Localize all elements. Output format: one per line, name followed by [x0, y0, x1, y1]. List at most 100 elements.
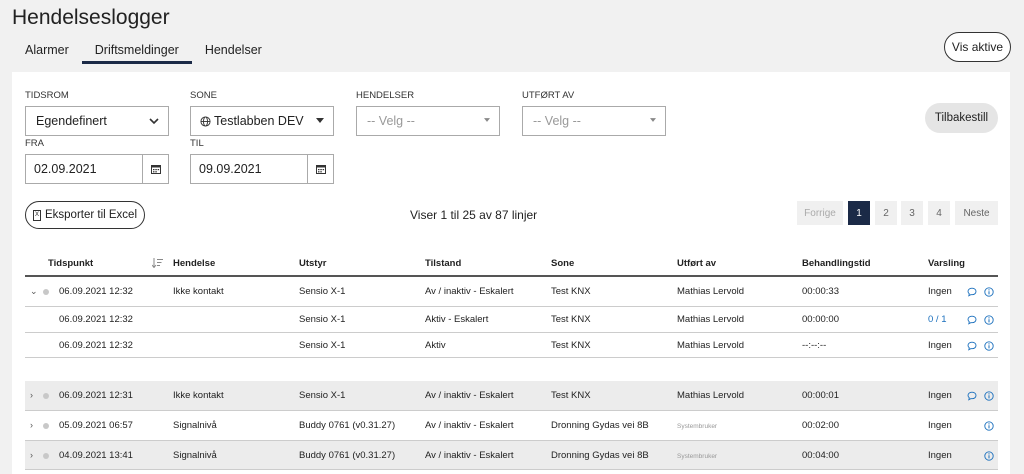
cell-sone: Test KNX [551, 390, 591, 401]
comment-icon[interactable] [967, 315, 977, 325]
sort-icon[interactable] [152, 258, 163, 268]
excel-file-icon: X [32, 209, 41, 221]
cell-utstyr: Buddy 0761 (v0.31.27) [299, 420, 396, 431]
cell-utfort-av: Systembruker [677, 423, 718, 430]
table-row[interactable]: 06.09.2021 12:32 Sensio X-1 Aktiv - Eskale… [25, 307, 998, 333]
table-row[interactable]: › 04.09.2021 13:41 Signalnivå Buddy 0761 (v… [25, 441, 998, 470]
status-dot [43, 393, 49, 399]
pagination-prev[interactable]: Forrige [797, 201, 843, 225]
til-value: 09.09.2021 [199, 162, 262, 176]
info-icon[interactable] [984, 287, 994, 297]
table-header: Tidspunkt Hendelse Utstyr Tilstand Sone … [25, 250, 998, 277]
caret-down-icon [650, 118, 656, 122]
tidsrom-select[interactable]: Egendefinert [25, 106, 169, 136]
table-row[interactable]: › 05.09.2021 06:57 Signalnivå Buddy 0761 (v… [25, 411, 998, 441]
filter-and-table-panel: TIDSROM Egendefinert SONE Testlabben DEV… [12, 72, 1010, 474]
vis-aktive-button[interactable]: Vis aktive [944, 32, 1011, 62]
caret-down-icon [316, 118, 324, 123]
cell-utstyr: Sensio X-1 [299, 340, 346, 351]
tab-driftsmeldinger[interactable]: Driftsmeldinger [81, 40, 192, 64]
col-utstyr: Utstyr [299, 258, 327, 269]
export-excel-button[interactable]: X Eksporter til Excel [25, 201, 145, 229]
tidsrom-label: TIDSROM [25, 90, 69, 101]
utfort-av-label: UTFØRT AV [522, 90, 575, 101]
cell-varsling[interactable]: 0 / 1 [928, 314, 947, 325]
cell-behandlingstid: 00:04:00 [802, 450, 839, 461]
cell-sone: Dronning Gydas vei 8B [551, 420, 649, 431]
cell-varsling: Ingen [928, 340, 952, 351]
info-icon[interactable] [984, 341, 994, 351]
cell-tilstand: Av / inaktiv - Eskalert [425, 286, 514, 297]
sone-select[interactable]: Testlabben DEV [190, 106, 334, 136]
cell-tidspunkt: 04.09.2021 13:41 [59, 450, 133, 461]
col-utfort-av: Utført av [677, 258, 717, 269]
hendelser-select[interactable]: -- Velg -- [356, 106, 500, 136]
cell-utfort-av: Mathias Lervold [677, 390, 745, 401]
col-hendelse: Hendelse [173, 258, 216, 269]
chevron-right-icon[interactable]: › [30, 420, 33, 430]
cell-varsling: Ingen [928, 450, 952, 461]
til-label: TIL [190, 138, 204, 149]
cell-behandlingstid: 00:02:00 [802, 420, 839, 431]
tab-hendelser[interactable]: Hendelser [192, 40, 275, 64]
cell-tilstand: Av / inaktiv - Eskalert [425, 450, 514, 461]
cell-utstyr: Buddy 0761 (v0.31.27) [299, 450, 396, 461]
cell-utstyr: Sensio X-1 [299, 390, 346, 401]
sone-value: Testlabben DEV [214, 114, 304, 128]
fra-label: FRA [25, 138, 44, 149]
comment-icon[interactable] [967, 287, 977, 297]
calendar-icon[interactable] [307, 155, 333, 183]
table-row[interactable]: 06.09.2021 12:32 Sensio X-1 Aktiv Test KNX M… [25, 333, 998, 358]
result-info: Viser 1 til 25 av 87 linjer [410, 208, 538, 222]
cell-sone: Test KNX [551, 340, 591, 351]
calendar-icon[interactable] [142, 155, 168, 183]
hendelser-placeholder: -- Velg -- [367, 114, 415, 128]
cell-behandlingstid: --:--:-- [802, 340, 827, 351]
globe-icon [200, 115, 211, 127]
cell-hendelse: Signalnivå [173, 450, 217, 461]
cell-varsling: Ingen [928, 286, 952, 297]
cell-tidspunkt: 06.09.2021 12:31 [59, 390, 133, 401]
chevron-right-icon[interactable]: › [30, 450, 33, 460]
col-behandlingstid: Behandlingstid [802, 258, 871, 269]
cell-sone: Dronning Gydas vei 8B [551, 450, 649, 461]
status-dot [43, 289, 49, 295]
table-row[interactable]: ⌄ 06.09.2021 12:32 Ikke kontakt Sensio X-1 A… [25, 277, 998, 307]
page-title: Hendelseslogger [12, 6, 170, 29]
chevron-right-icon[interactable]: › [30, 390, 33, 400]
hendelser-label: HENDELSER [356, 90, 415, 101]
sone-label: SONE [190, 90, 217, 101]
tab-alarmer[interactable]: Alarmer [12, 40, 82, 64]
col-tidspunkt[interactable]: Tidspunkt [48, 258, 93, 269]
table-row[interactable]: › 06.09.2021 12:31 Ikke kontakt Sensio X-1 A… [25, 381, 998, 411]
info-icon[interactable] [984, 315, 994, 325]
cell-tilstand: Av / inaktiv - Eskalert [425, 390, 514, 401]
chevron-down-icon[interactable]: ⌄ [30, 286, 38, 297]
pagination-page-4[interactable]: 4 [928, 201, 950, 225]
pagination-page-2[interactable]: 2 [875, 201, 897, 225]
comment-icon[interactable] [967, 341, 977, 351]
pagination-page-1[interactable]: 1 [848, 201, 870, 225]
info-icon[interactable] [984, 421, 994, 431]
til-date-input[interactable]: 09.09.2021 [190, 154, 334, 184]
cell-hendelse: Ikke kontakt [173, 390, 224, 401]
cell-utfort-av: Systembruker [677, 453, 718, 460]
utfort-av-select[interactable]: -- Velg -- [522, 106, 666, 136]
col-sone: Sone [551, 258, 575, 269]
cell-utstyr: Sensio X-1 [299, 314, 346, 325]
col-tilstand: Tilstand [425, 258, 462, 269]
info-icon[interactable] [984, 451, 994, 461]
cell-behandlingstid: 00:00:00 [802, 314, 839, 325]
pagination-page-3[interactable]: 3 [901, 201, 923, 225]
cell-utfort-av: Mathias Lervold [677, 286, 745, 297]
cell-utfort-av: Mathias Lervold [677, 314, 745, 325]
tilbakestill-button[interactable]: Tilbakestill [925, 103, 998, 133]
pagination-next[interactable]: Neste [955, 201, 998, 225]
cell-varsling: Ingen [928, 390, 952, 401]
cell-tidspunkt: 06.09.2021 12:32 [59, 340, 133, 351]
caret-down-icon [484, 118, 490, 122]
fra-date-input[interactable]: 02.09.2021 [25, 154, 169, 184]
info-icon[interactable] [984, 391, 994, 401]
comment-icon[interactable] [967, 391, 977, 401]
tab-bar: Alarmer Driftsmeldinger Hendelser [12, 40, 275, 64]
